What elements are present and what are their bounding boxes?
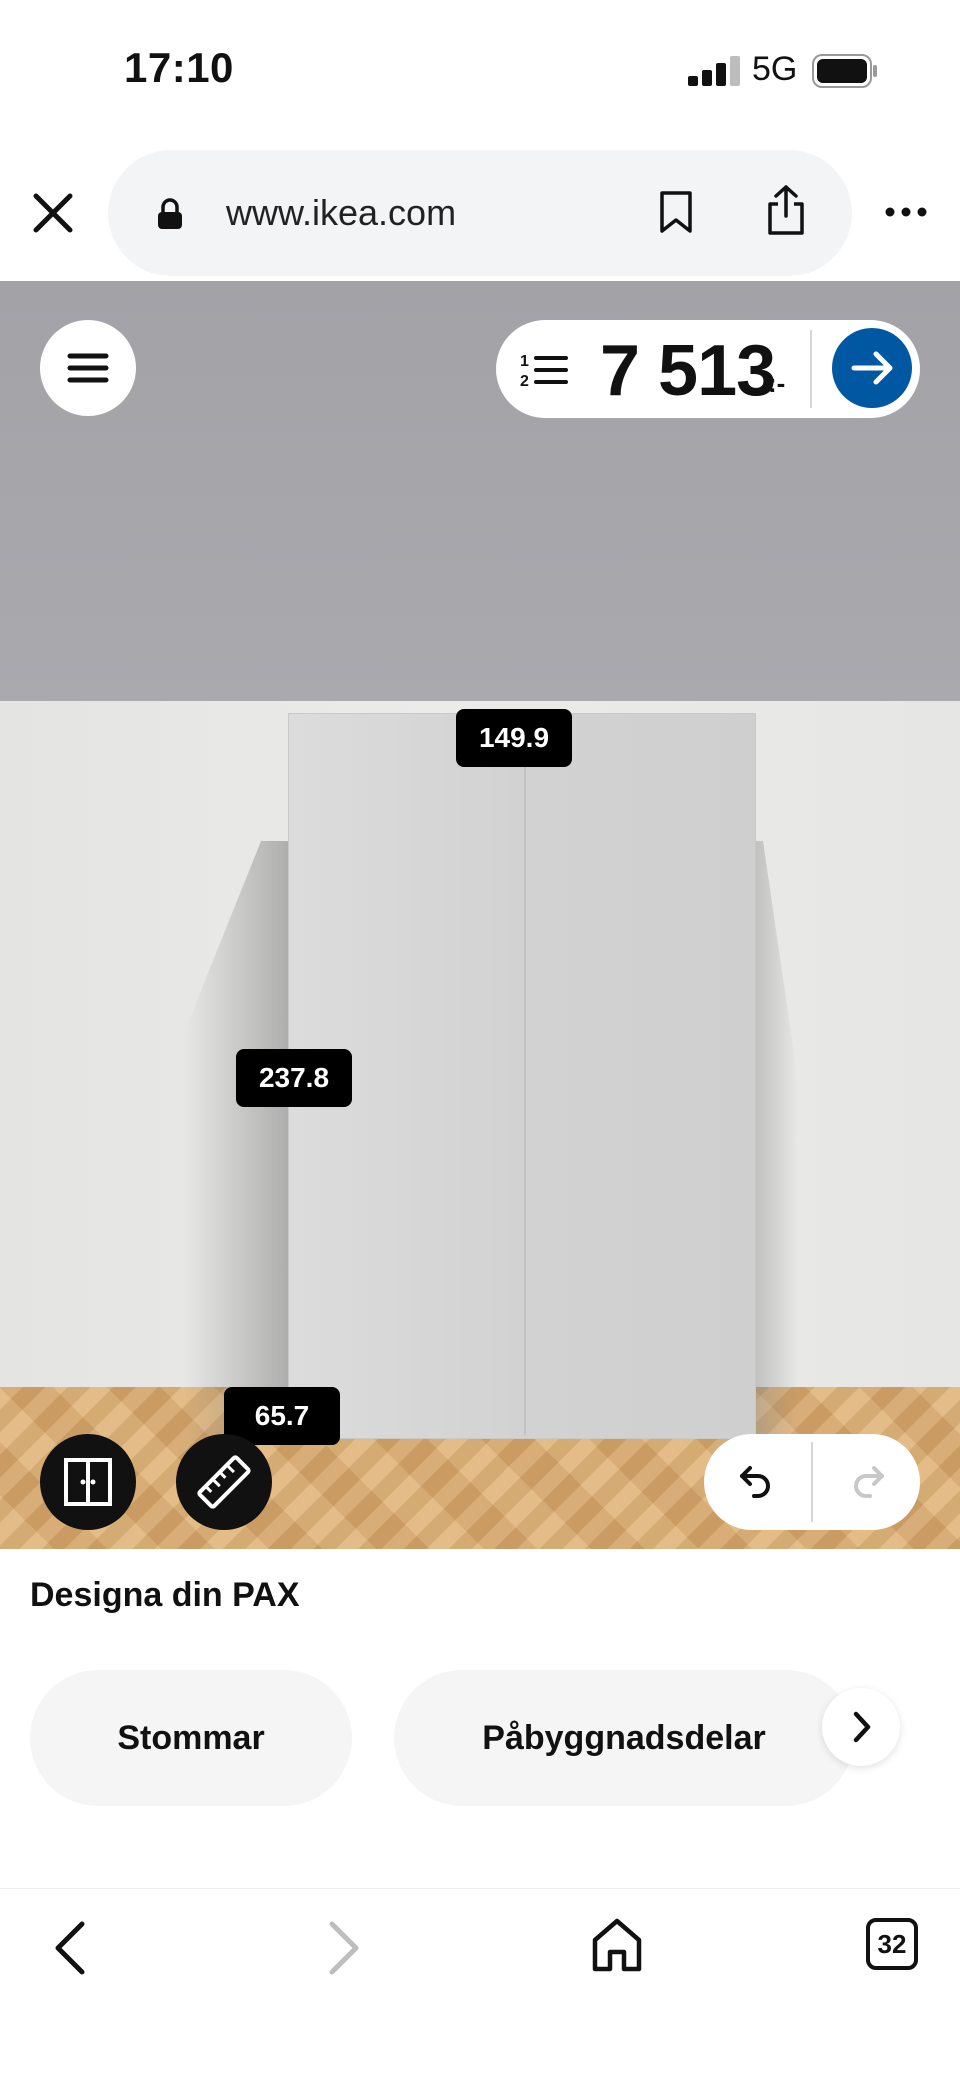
home-icon[interactable] xyxy=(590,1916,644,1974)
browser-toolbar xyxy=(0,1888,960,2082)
wardrobe-view-button[interactable] xyxy=(40,1434,136,1530)
url-text[interactable]: www.ikea.com xyxy=(226,192,456,234)
undo-redo-control xyxy=(704,1434,920,1530)
more-icon[interactable] xyxy=(884,202,928,222)
back-icon[interactable] xyxy=(48,1918,92,1978)
lock-icon xyxy=(158,198,182,229)
width-dimension-label: 149.9 xyxy=(456,709,572,767)
redo-button[interactable] xyxy=(812,1434,920,1530)
svg-text:2: 2 xyxy=(520,373,529,390)
category-chip[interactable]: Påbyggnadsdelar xyxy=(394,1670,854,1806)
close-icon[interactable] xyxy=(28,188,78,238)
total-price: 7 513 xyxy=(600,331,776,411)
wardrobe-doors-icon xyxy=(64,1458,112,1506)
network-type: 5G xyxy=(752,50,798,88)
ruler-icon xyxy=(197,1455,251,1509)
menu-button[interactable] xyxy=(40,320,136,416)
measure-toggle-button[interactable] xyxy=(176,1434,272,1530)
numbered-list-icon[interactable]: 1 2 xyxy=(520,350,568,390)
undo-icon xyxy=(740,1466,770,1498)
redo-icon xyxy=(854,1466,884,1498)
wardrobe-3d-viewport[interactable]: 149.9 237.8 65.7 xyxy=(0,281,960,1549)
forward-icon[interactable] xyxy=(322,1918,366,1978)
category-chip[interactable]: Stommar xyxy=(30,1670,352,1806)
chevron-right-icon xyxy=(853,1711,871,1743)
address-bar[interactable] xyxy=(108,150,852,276)
undo-button[interactable] xyxy=(704,1434,812,1530)
svg-text:1: 1 xyxy=(520,353,529,370)
bookmark-icon[interactable] xyxy=(656,190,696,234)
hamburger-menu-icon xyxy=(67,353,109,383)
panel-title: Designa din PAX xyxy=(30,1576,300,1614)
cellular-signal-icon xyxy=(688,56,740,86)
chips-scroll-next-button[interactable] xyxy=(822,1688,900,1766)
tabs-button[interactable]: 32 xyxy=(866,1918,918,1970)
arrow-right-icon xyxy=(851,351,893,385)
height-dimension-label: 237.8 xyxy=(236,1049,352,1107)
price-currency-suffix: :- xyxy=(768,368,786,398)
door-seam xyxy=(524,717,526,1435)
share-icon[interactable] xyxy=(764,184,808,236)
divider xyxy=(810,330,812,408)
wardrobe-model[interactable] xyxy=(288,713,756,1439)
checkout-button[interactable] xyxy=(832,328,912,408)
battery-icon xyxy=(812,54,877,88)
status-time: 17:10 xyxy=(124,44,234,91)
